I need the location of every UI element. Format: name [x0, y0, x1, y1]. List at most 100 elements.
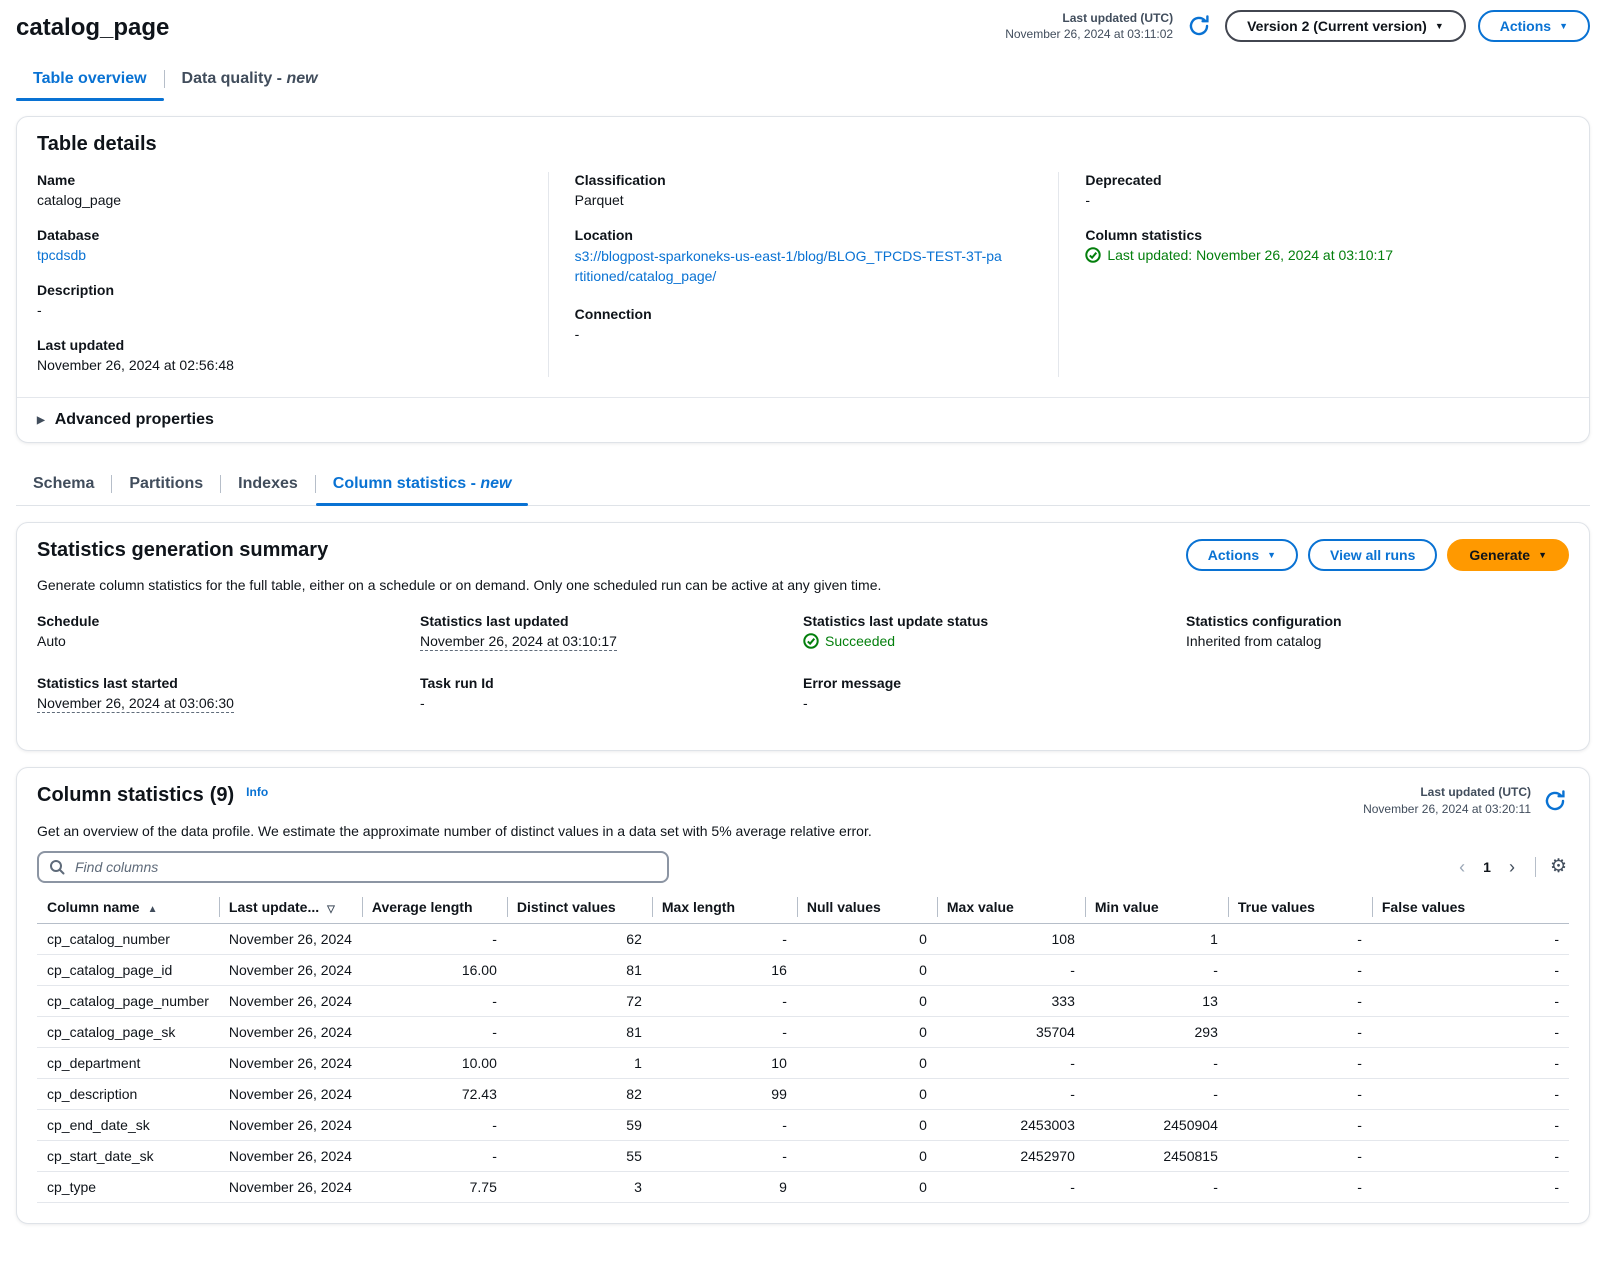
column-name-cell: cp_catalog_page_sk — [37, 1016, 219, 1047]
table-last-updated: Last updated (UTC) November 26, 2024 at … — [1363, 784, 1531, 816]
field-label: Statistics configuration — [1186, 613, 1569, 629]
search-icon — [49, 859, 65, 875]
table-cell: - — [1372, 1078, 1569, 1109]
table-cell: - — [362, 1140, 507, 1171]
table-cell: 0 — [797, 1078, 937, 1109]
stats-last-started-value[interactable]: November 26, 2024 at 03:06:30 — [37, 695, 234, 713]
table-cell: 16 — [652, 954, 797, 985]
tab-data-quality[interactable]: Data quality - new — [165, 64, 335, 100]
previous-page-button[interactable]: ‹ — [1451, 856, 1473, 878]
stats-actions-dropdown[interactable]: Actions ▼ — [1186, 539, 1298, 571]
pagination: ‹ 1 › ⚙ — [1451, 855, 1569, 878]
table-cell: - — [1372, 923, 1569, 954]
table-cell: 0 — [797, 1047, 937, 1078]
name-field: Name catalog_page — [37, 172, 520, 208]
table-cell: - — [652, 1016, 797, 1047]
find-columns-input[interactable] — [73, 858, 657, 876]
table-cell: 82 — [507, 1078, 652, 1109]
table-row: cp_catalog_page_idNovember 26, 202416.00… — [37, 954, 1569, 985]
column-header[interactable]: Null values — [797, 893, 937, 924]
next-page-button[interactable]: › — [1501, 856, 1523, 878]
stats-last-updated-value[interactable]: November 26, 2024 at 03:10:17 — [420, 633, 617, 651]
table-cell: November 26, 2024 — [219, 985, 362, 1016]
table-settings-button[interactable]: ⚙ — [1548, 855, 1569, 878]
column-header[interactable]: Max length — [652, 893, 797, 924]
tab-label: Column statistics - — [333, 475, 481, 492]
tab-column-statistics[interactable]: Column statistics - new — [316, 469, 529, 505]
view-all-runs-button[interactable]: View all runs — [1308, 539, 1437, 571]
column-statistics-card: Column statistics (9) Info Last updated … — [16, 767, 1590, 1223]
actions-dropdown[interactable]: Actions ▼ — [1478, 10, 1590, 42]
field-label: Statistics last started — [37, 675, 420, 691]
current-page-number[interactable]: 1 — [1477, 857, 1497, 877]
database-link[interactable]: tpcdsdb — [37, 247, 86, 263]
tab-label: Partitions — [129, 475, 203, 492]
table-cell: - — [1228, 1016, 1372, 1047]
table-cell: 2450904 — [1085, 1109, 1228, 1140]
field-value: - — [1085, 192, 1541, 208]
column-header[interactable]: Min value — [1085, 893, 1228, 924]
advanced-properties-toggle[interactable]: ▶ Advanced properties — [17, 397, 1589, 442]
error-message-field: Error message - — [803, 675, 1186, 726]
table-cell: - — [1372, 954, 1569, 985]
table-cell: 81 — [507, 1016, 652, 1047]
details-column-3: Deprecated - Column statistics Last upda… — [1058, 172, 1569, 377]
column-name-cell: cp_department — [37, 1047, 219, 1078]
table-cell: November 26, 2024 — [219, 1109, 362, 1140]
field-label: Statistics last updated — [420, 613, 803, 629]
refresh-button[interactable] — [1185, 12, 1213, 40]
column-stats-count: (9) — [210, 784, 234, 807]
table-row: cp_catalog_numberNovember 26, 2024-62-01… — [37, 923, 1569, 954]
table-cell: November 26, 2024 — [219, 954, 362, 985]
tab-label: Data quality - — [182, 70, 287, 87]
column-header[interactable]: Distinct values — [507, 893, 652, 924]
table-cell: 0 — [797, 985, 937, 1016]
column-name-cell: cp_end_date_sk — [37, 1109, 219, 1140]
generate-dropdown[interactable]: Generate ▼ — [1447, 539, 1569, 571]
stats-status-value: Succeeded — [803, 633, 895, 649]
field-label: Description — [37, 282, 520, 298]
last-updated-value: November 26, 2024 at 03:20:11 — [1363, 801, 1531, 817]
table-row: cp_start_date_skNovember 26, 2024-55-024… — [37, 1140, 1569, 1171]
column-header[interactable]: Max value — [937, 893, 1085, 924]
tab-schema[interactable]: Schema — [16, 469, 111, 505]
table-cell: - — [1085, 1047, 1228, 1078]
table-cell: 293 — [1085, 1016, 1228, 1047]
column-stats-table-body: cp_catalog_numberNovember 26, 2024-62-01… — [37, 923, 1569, 1202]
table-cell: - — [1228, 923, 1372, 954]
column-header[interactable]: Last update...▽ — [219, 893, 362, 924]
tab-partitions[interactable]: Partitions — [112, 469, 220, 505]
column-header[interactable]: Average length — [362, 893, 507, 924]
table-cell: November 26, 2024 — [219, 1047, 362, 1078]
column-header[interactable]: Column name▲ — [37, 893, 219, 924]
field-value: Inherited from catalog — [1186, 633, 1569, 649]
toolbar-separator — [1535, 857, 1536, 877]
generate-label: Generate — [1469, 547, 1530, 563]
table-refresh-button[interactable] — [1541, 787, 1569, 815]
table-cell: - — [1372, 1047, 1569, 1078]
field-value: November 26, 2024 at 02:56:48 — [37, 357, 520, 373]
tab-table-overview[interactable]: Table overview — [16, 64, 164, 100]
column-header[interactable]: False values — [1372, 893, 1569, 924]
table-cell: 10.00 — [362, 1047, 507, 1078]
column-header[interactable]: True values — [1228, 893, 1372, 924]
status-text: Succeeded — [825, 633, 895, 649]
page-header: catalog_page Last updated (UTC) November… — [16, 10, 1590, 42]
table-row: cp_catalog_page_skNovember 26, 2024-81-0… — [37, 1016, 1569, 1047]
info-link[interactable]: Info — [246, 785, 268, 799]
s3-location-link[interactable]: s3://blogpost-sparkoneks-us-east-1/blog/… — [575, 247, 1005, 286]
tab-indexes[interactable]: Indexes — [221, 469, 315, 505]
table-cell: - — [937, 1047, 1085, 1078]
table-cell: 1 — [507, 1047, 652, 1078]
table-cell: 1 — [1085, 923, 1228, 954]
version-dropdown[interactable]: Version 2 (Current version) ▼ — [1225, 10, 1466, 42]
tab-new-badge: new — [480, 475, 511, 492]
chevron-down-icon: ▼ — [1559, 22, 1568, 31]
table-cell: 9 — [652, 1171, 797, 1202]
column-name-cell: cp_start_date_sk — [37, 1140, 219, 1171]
table-cell: - — [937, 1171, 1085, 1202]
column-name-cell: cp_catalog_number — [37, 923, 219, 954]
table-cell: 3 — [507, 1171, 652, 1202]
column-header-label: Last update... — [229, 899, 319, 915]
column-header-label: Average length — [372, 899, 473, 915]
